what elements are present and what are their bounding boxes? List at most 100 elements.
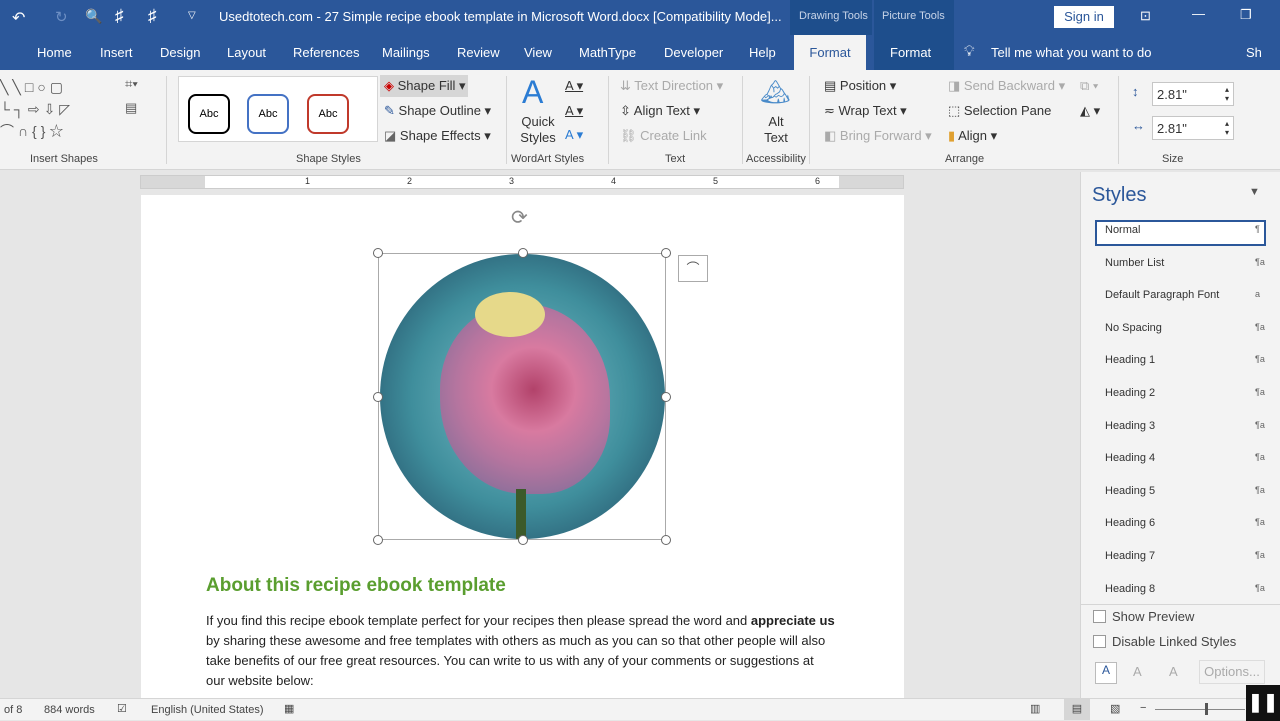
pause-icon[interactable]: ❚❚ [1246, 685, 1280, 721]
shape-style-blue[interactable]: Abc [247, 94, 289, 134]
quick-styles-button[interactable]: Quick Styles [520, 114, 556, 146]
tab-view[interactable]: View [524, 45, 552, 60]
shape-height-input[interactable]: 2.81" ▴ ▾ [1152, 82, 1234, 106]
rotate-handle-icon[interactable]: ⟳ [511, 205, 528, 230]
edit-shape-icon[interactable]: ⌗▾ [125, 76, 138, 92]
shapes-gallery[interactable]: ╲╲□○▢ └┐⇨⇩◸ ⌒∩{}☆ [0, 76, 108, 144]
new-style-icon[interactable]: A [1095, 662, 1117, 684]
styles-pane-title: Styles [1092, 184, 1147, 206]
rose-picture[interactable] [380, 254, 665, 539]
style-item[interactable]: Number List [1105, 257, 1164, 269]
ribbon-display-icon[interactable]: ⊡ [1140, 8, 1151, 24]
macro-icon[interactable]: ▦ [284, 702, 294, 715]
tab-mathtype[interactable]: MathType [579, 45, 636, 60]
style-item[interactable]: Heading 3 [1105, 420, 1155, 432]
tab-insert[interactable]: Insert [100, 45, 133, 60]
word-count[interactable]: 884 words [44, 704, 95, 716]
bring-forward-button[interactable]: ◧ Bring Forward ▾ [824, 128, 932, 144]
linked-style-icon: ¶a [1255, 419, 1265, 430]
tab-format-picture[interactable]: Format [890, 45, 931, 60]
lightbulb-icon: 💡︎ [964, 43, 975, 60]
send-backward-button[interactable]: ◨ Send Backward ▾ [948, 78, 1065, 94]
wrap-text-button[interactable]: ≂ Wrap Text ▾ [824, 103, 907, 119]
style-item[interactable]: No Spacing [1105, 322, 1162, 334]
effects-icon: ◪ [384, 128, 397, 143]
align-button[interactable]: ▮ Align ▾ [948, 128, 997, 144]
table-draw-icon-2[interactable]: ♯ [148, 6, 157, 26]
print-preview-icon[interactable]: 🔍 [85, 8, 102, 25]
pencil-icon: ✎ [384, 103, 395, 118]
text-effects-icon[interactable]: A ▾ [565, 127, 583, 143]
read-mode-icon[interactable]: ▥ [1030, 702, 1040, 715]
restore-button[interactable]: ❐ [1240, 7, 1252, 23]
style-item[interactable]: Normal [1105, 224, 1140, 236]
ribbon-tabs: Home Insert Design Layout References Mai… [0, 35, 1280, 70]
tab-layout[interactable]: Layout [227, 45, 266, 60]
linked-style-icon: ¶a [1255, 550, 1265, 560]
horizontal-ruler[interactable]: 1 2 3 4 5 6 [140, 175, 904, 189]
style-item[interactable]: Heading 5 [1105, 485, 1155, 497]
tab-design[interactable]: Design [160, 45, 200, 60]
group-icon[interactable]: ⧉ ▾ [1080, 78, 1098, 94]
style-item[interactable]: Heading 1 [1105, 354, 1155, 366]
alt-text-icon: 🏔︎ [760, 79, 791, 106]
shape-styles-gallery[interactable]: Abc Abc Abc [178, 76, 378, 142]
text-box-icon[interactable]: ▤ [125, 100, 137, 116]
undo-icon[interactable]: ↶ [12, 8, 25, 28]
zoom-out-button[interactable]: − [1140, 702, 1146, 714]
manage-styles-icon[interactable]: A [1169, 664, 1178, 679]
pane-options-icon[interactable]: ▼ [1249, 186, 1260, 198]
table-draw-icon[interactable]: ♯ [115, 6, 124, 26]
disable-linked-checkbox[interactable] [1093, 635, 1106, 648]
tab-format-drawing[interactable]: Format [794, 35, 866, 70]
create-link-button[interactable]: ⛓ Create Link [620, 128, 707, 144]
zoom-slider-thumb[interactable] [1205, 703, 1208, 715]
page-count[interactable]: of 8 [4, 704, 22, 716]
minimize-button[interactable]: — [1192, 6, 1205, 21]
shape-outline-button[interactable]: ✎ Shape Outline ▾ [384, 103, 491, 119]
web-layout-icon[interactable]: ▧ [1110, 702, 1120, 715]
style-item[interactable]: Heading 6 [1105, 517, 1155, 529]
linked-style-icon: ¶a [1255, 582, 1265, 593]
tab-mailings[interactable]: Mailings [382, 45, 430, 60]
language[interactable]: English (United States) [151, 704, 264, 716]
tab-developer[interactable]: Developer [664, 45, 723, 60]
tab-references[interactable]: References [293, 45, 359, 60]
text-direction-button[interactable]: ⇊ Text Direction ▾ [620, 78, 723, 94]
tell-me-search[interactable]: Tell me what you want to do [991, 45, 1151, 60]
shape-style-black[interactable]: Abc [188, 94, 230, 134]
align-text-button[interactable]: ⇳ Align Text ▾ [620, 103, 700, 119]
style-inspector-icon[interactable]: A [1133, 664, 1142, 679]
text-fill-icon[interactable]: A ▾ [565, 78, 583, 94]
linked-style-icon: ¶a [1255, 517, 1265, 528]
print-layout-icon[interactable]: ▤ [1064, 699, 1090, 720]
style-item[interactable]: Default Paragraph Font [1105, 289, 1219, 301]
proofing-icon[interactable]: ☑ [117, 702, 127, 715]
tab-help[interactable]: Help [749, 45, 776, 60]
sign-in-button[interactable]: Sign in [1054, 6, 1114, 28]
alt-text-button[interactable]: Alt Text [760, 114, 792, 146]
shape-effects-button[interactable]: ◪ Shape Effects ▾ [384, 128, 491, 144]
tab-home[interactable]: Home [37, 45, 72, 60]
shape-style-red[interactable]: Abc [307, 94, 349, 134]
shape-fill-button[interactable]: ◈ Shape Fill ▾ [384, 78, 466, 94]
shape-width-input[interactable]: 2.81" ▴ ▾ [1152, 116, 1234, 140]
selection-pane-button[interactable]: ⬚ Selection Pane [948, 103, 1051, 119]
style-item[interactable]: Heading 4 [1105, 452, 1155, 464]
layout-options-icon[interactable]: ⌒ [678, 255, 708, 282]
style-item[interactable]: Heading 8 [1105, 583, 1155, 595]
zoom-slider[interactable] [1155, 709, 1245, 710]
style-item[interactable]: Heading 2 [1105, 387, 1155, 399]
rotate-icon[interactable]: ◭ ▾ [1080, 103, 1100, 119]
redo-icon[interactable]: ↻ [55, 8, 68, 26]
tab-review[interactable]: Review [457, 45, 500, 60]
show-preview-checkbox[interactable] [1093, 610, 1106, 623]
options-button[interactable]: Options... [1199, 660, 1265, 684]
style-item[interactable]: Heading 7 [1105, 550, 1155, 562]
text-outline-icon[interactable]: A ▾ [565, 103, 583, 119]
share-button[interactable]: Sh [1246, 45, 1262, 60]
document-page[interactable]: ⟳ ⌒ About this recipe ebook template If … [141, 195, 904, 698]
position-button[interactable]: ▤ Position ▾ [824, 78, 896, 94]
shape-styles-label: Shape Styles [296, 153, 361, 165]
customize-qat-icon[interactable]: ▽ [188, 10, 196, 21]
